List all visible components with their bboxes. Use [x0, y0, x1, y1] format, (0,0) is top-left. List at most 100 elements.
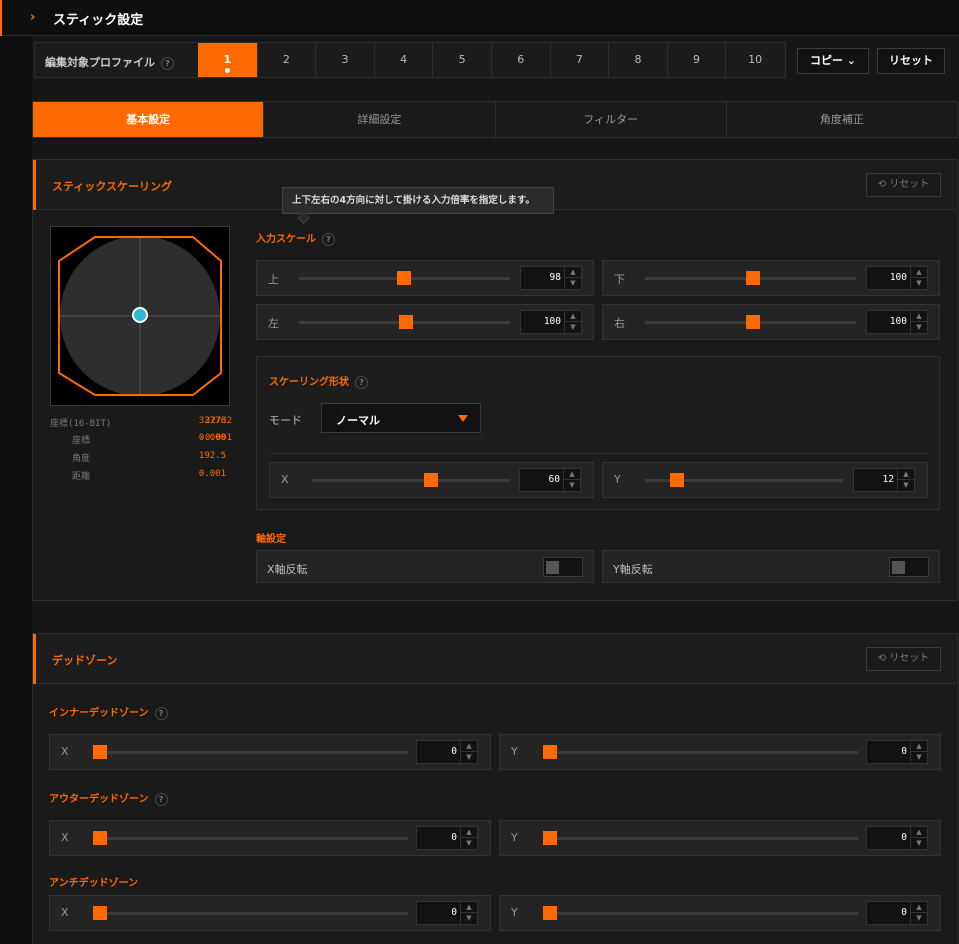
number-input[interactable]: 0 ▲ ▼ — [416, 740, 478, 764]
help-icon[interactable]: ? — [161, 56, 174, 70]
slider-track[interactable] — [93, 837, 408, 840]
slider-thumb[interactable] — [670, 473, 684, 487]
toggle-label: X軸反転 — [267, 563, 308, 576]
reset-profile-button[interactable]: リセット — [877, 48, 945, 74]
slider-track[interactable] — [312, 479, 510, 482]
slider-track[interactable] — [93, 912, 408, 915]
number-input[interactable]: 12 ▲ ▼ — [853, 468, 915, 492]
chevron-down-icon[interactable]: ▼ — [563, 480, 580, 491]
number-input[interactable]: 98 ▲ ▼ — [520, 266, 582, 290]
slider-thumb[interactable] — [399, 315, 413, 329]
x-invert-toggle[interactable] — [543, 557, 583, 577]
anti-x-row: X 0 ▲ ▼ — [49, 895, 491, 931]
slider-track[interactable] — [543, 912, 858, 915]
card-header: デッドゾーン ⟲ リセット — [33, 634, 957, 684]
chevron-up-icon[interactable]: ▲ — [564, 311, 581, 322]
tab-filter[interactable]: フィルター — [494, 102, 726, 137]
slider-thumb[interactable] — [543, 745, 557, 759]
slider-thumb[interactable] — [746, 315, 760, 329]
chevron-down-icon[interactable]: ▼ — [564, 278, 581, 289]
chevron-up-icon[interactable]: ▲ — [910, 267, 927, 278]
profile-tab-9[interactable]: 9 — [666, 43, 726, 77]
tab-basic[interactable]: 基本設定 — [33, 102, 264, 137]
number-input[interactable]: 60 ▲ ▼ — [519, 468, 581, 492]
number-input[interactable]: 0 ▲ ▼ — [866, 826, 928, 850]
number-input[interactable]: 100 ▲ ▼ — [866, 266, 928, 290]
section-header[interactable]: › スティック設定 — [0, 0, 959, 36]
number-input[interactable]: 0 ▲ ▼ — [866, 901, 928, 925]
chevron-up-icon[interactable]: ▲ — [460, 741, 477, 752]
profile-tab-7[interactable]: 7 — [549, 43, 609, 77]
slider-thumb[interactable] — [543, 906, 557, 920]
chevron-up-icon[interactable]: ▲ — [897, 469, 914, 480]
tab-advanced[interactable]: 詳細設定 — [263, 102, 494, 137]
slider-thumb[interactable] — [93, 745, 107, 759]
profile-tab-6[interactable]: 6 — [490, 43, 550, 77]
slider-track[interactable] — [543, 837, 858, 840]
slider-label: 左 — [268, 317, 279, 330]
profile-tab-8[interactable]: 8 — [608, 43, 667, 77]
number-input[interactable]: 0 ▲ ▼ — [416, 901, 478, 925]
profile-tab-5[interactable]: 5 — [432, 43, 491, 77]
slider-thumb[interactable] — [93, 906, 107, 920]
slider-thumb[interactable] — [93, 831, 107, 845]
help-icon[interactable]: ? — [355, 375, 368, 389]
chevron-up-icon[interactable]: ▲ — [563, 469, 580, 480]
chevron-down-icon[interactable]: ▼ — [564, 322, 581, 333]
number-value: 0 — [901, 746, 907, 757]
profile-tab-3[interactable]: 3 — [315, 43, 374, 77]
chevron-down-icon[interactable]: ▼ — [460, 838, 477, 849]
chevron-down-icon[interactable]: ▼ — [897, 480, 914, 491]
outer-y-row: Y 0 ▲ ▼ — [499, 820, 941, 856]
slider-label: Y — [511, 745, 518, 758]
coord-value: 0.001 — [198, 469, 226, 479]
slider-thumb[interactable] — [424, 473, 438, 487]
slider-track[interactable] — [543, 751, 858, 754]
mode-select[interactable]: ノーマル — [321, 403, 481, 433]
help-icon[interactable]: ? — [322, 232, 335, 246]
copy-button[interactable]: コピー ⌄ — [797, 48, 869, 74]
slider-thumb[interactable] — [543, 831, 557, 845]
chevron-down-icon[interactable]: ▼ — [910, 278, 927, 289]
number-input[interactable]: 0 ▲ ▼ — [866, 740, 928, 764]
chevron-up-icon[interactable]: ▲ — [910, 741, 927, 752]
reset-scaling-button[interactable]: ⟲ リセット — [866, 173, 941, 197]
help-icon[interactable]: ? — [154, 792, 168, 806]
tab-angle[interactable]: 角度補正 — [725, 102, 957, 137]
profile-tab-10[interactable]: 10 — [725, 43, 784, 77]
chevron-right-icon[interactable]: › — [30, 10, 35, 25]
slider-track[interactable] — [93, 751, 408, 754]
chevron-up-icon[interactable]: ▲ — [910, 902, 927, 913]
y-invert-row: Y軸反転 — [602, 550, 940, 583]
slider-thumb[interactable] — [397, 271, 411, 285]
chevron-up-icon[interactable]: ▲ — [460, 902, 477, 913]
chevron-down-icon[interactable]: ▼ — [910, 752, 927, 763]
chevron-down-icon[interactable]: ▼ — [460, 913, 477, 924]
help-icon[interactable]: ? — [154, 706, 168, 720]
number-input[interactable]: 100 ▲ ▼ — [520, 310, 582, 334]
number-input[interactable]: 100 ▲ ▼ — [866, 310, 928, 334]
reset-deadzone-button[interactable]: ⟲ リセット — [866, 647, 941, 671]
number-input[interactable]: 0 ▲ ▼ — [416, 826, 478, 850]
slider-label: Y — [511, 906, 518, 919]
chevron-down-icon[interactable]: ▼ — [460, 752, 477, 763]
number-value: 0 — [901, 832, 907, 843]
chevron-down-icon[interactable]: ▼ — [910, 913, 927, 924]
chevron-up-icon[interactable]: ▲ — [910, 827, 927, 838]
reset-label: リセット — [889, 653, 930, 664]
chevron-up-icon[interactable]: ▲ — [564, 267, 581, 278]
scale-down-row: 下 100 ▲ ▼ — [602, 260, 940, 296]
chevron-up-icon[interactable]: ▲ — [910, 311, 927, 322]
profile-tabs: 1 2 3 4 5 6 7 8 9 10 — [198, 43, 784, 77]
card-accent — [33, 160, 36, 210]
profile-tab-2[interactable]: 2 — [256, 43, 316, 77]
y-invert-toggle[interactable] — [889, 557, 929, 577]
chevron-up-icon[interactable]: ▲ — [460, 827, 477, 838]
slider-thumb[interactable] — [746, 271, 760, 285]
shape-x-row: X 60 ▲ ▼ — [269, 462, 594, 498]
chevron-down-icon[interactable]: ▼ — [910, 838, 927, 849]
chevron-down-icon[interactable]: ▼ — [910, 322, 927, 333]
profile-tab-4[interactable]: 4 — [373, 43, 433, 77]
outer-deadzone-title: アウターデッドゾーン? — [49, 790, 168, 806]
profile-tab-1[interactable]: 1 — [198, 43, 257, 77]
